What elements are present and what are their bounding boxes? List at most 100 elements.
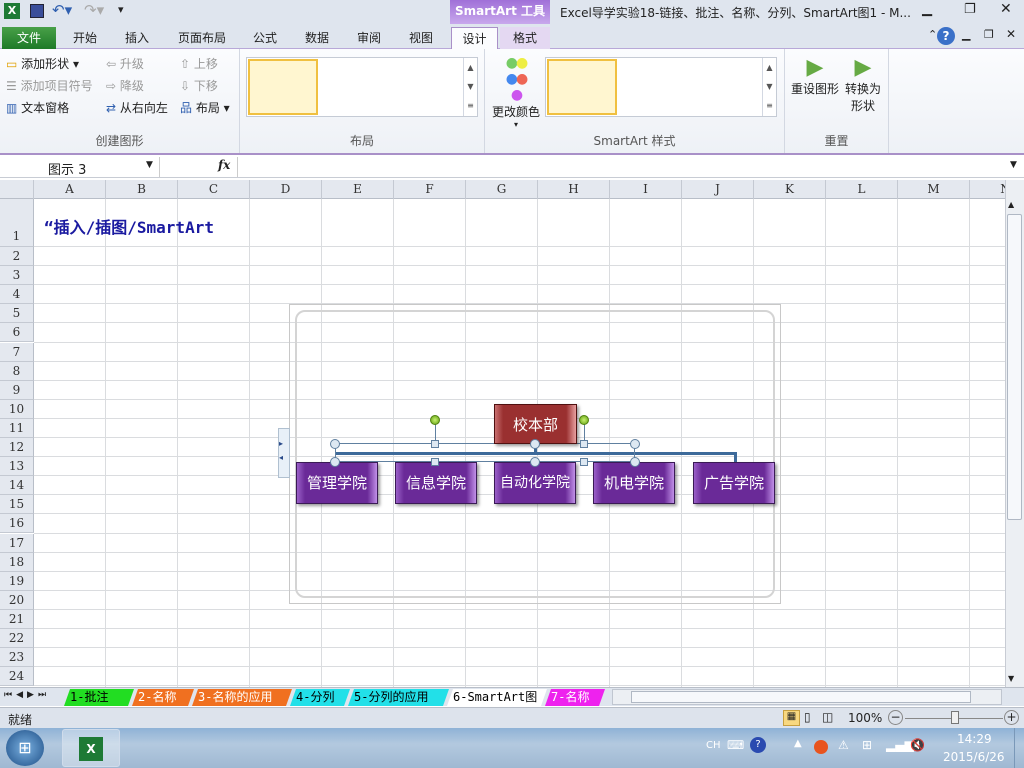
- resize-handle[interactable]: [330, 457, 340, 467]
- row-header[interactable]: 20: [0, 590, 34, 610]
- style-option-1[interactable]: [547, 59, 617, 115]
- row-header[interactable]: 23: [0, 648, 34, 668]
- vertical-scrollbar[interactable]: ▲ ▼: [1005, 180, 1024, 687]
- column-header[interactable]: B: [106, 180, 178, 199]
- fx-button[interactable]: fx: [218, 158, 230, 172]
- column-header[interactable]: H: [538, 180, 610, 199]
- sheet-tab[interactable]: 2-名称: [132, 689, 194, 706]
- move-down-button[interactable]: ⇩ 下移: [180, 76, 218, 96]
- customize-qat-icon[interactable]: ▾: [118, 3, 124, 16]
- column-header[interactable]: E: [322, 180, 394, 199]
- sheet-tab[interactable]: 1-批注: [64, 689, 134, 706]
- tab-design[interactable]: 设计: [451, 27, 498, 50]
- text-pane-button[interactable]: ▥ 文本窗格: [6, 98, 69, 118]
- sheet-tab[interactable]: 3-名称的应用: [192, 689, 292, 706]
- save-icon[interactable]: [30, 4, 44, 18]
- convert-to-shapes-button[interactable]: ▶ 转换为 形状: [845, 55, 881, 114]
- resize-handle[interactable]: [630, 439, 640, 449]
- layouts-gallery[interactable]: ▲ ▼ ≡: [246, 57, 478, 117]
- sheet-nav-buttons[interactable]: ⏮◀▶⏭: [4, 690, 50, 700]
- workbook-restore-button[interactable]: ❐: [984, 28, 994, 41]
- tab-view[interactable]: 视图: [396, 27, 446, 49]
- resize-handle[interactable]: [580, 440, 588, 448]
- show-desktop-button[interactable]: [1014, 728, 1024, 768]
- row-header[interactable]: 3: [0, 266, 34, 286]
- rotate-handle[interactable]: [430, 415, 440, 425]
- zoom-in-button[interactable]: +: [1004, 710, 1019, 725]
- tab-data[interactable]: 数据: [292, 27, 342, 49]
- keyboard-icon[interactable]: ⌨: [727, 738, 744, 752]
- row-header[interactable]: 21: [0, 609, 34, 629]
- add-shape-button[interactable]: ▭ 添加形状 ▾: [6, 54, 79, 74]
- row-header[interactable]: 14: [0, 476, 34, 496]
- taskbar-excel[interactable]: X: [62, 729, 120, 767]
- node-child[interactable]: 广告学院: [693, 462, 775, 504]
- normal-view-button[interactable]: ▦: [783, 710, 800, 726]
- row-header[interactable]: 22: [0, 629, 34, 649]
- tray-security-icon[interactable]: [814, 740, 828, 754]
- row-header[interactable]: 17: [0, 533, 34, 553]
- name-box[interactable]: 图示 3 ▼: [0, 157, 160, 178]
- row-header[interactable]: 12: [0, 438, 34, 458]
- resize-handle[interactable]: [431, 458, 439, 466]
- tab-format[interactable]: 格式: [500, 27, 550, 49]
- select-all-corner[interactable]: [0, 180, 34, 199]
- right-to-left-button[interactable]: ⇄ 从右向左: [106, 98, 168, 118]
- row-header[interactable]: 10: [0, 399, 34, 419]
- zoom-slider-thumb[interactable]: [951, 711, 959, 724]
- column-header[interactable]: A: [34, 180, 106, 199]
- column-header[interactable]: J: [682, 180, 754, 199]
- tray-network-warning-icon[interactable]: ⚠: [838, 738, 849, 752]
- column-header[interactable]: M: [898, 180, 970, 199]
- close-button[interactable]: ✕: [1000, 1, 1012, 17]
- column-header[interactable]: L: [826, 180, 898, 199]
- column-header[interactable]: F: [394, 180, 466, 199]
- row-header[interactable]: 4: [0, 285, 34, 305]
- cell-a1[interactable]: “插入/插图/SmartArt: [44, 214, 214, 238]
- layout-option-org-chart[interactable]: [248, 59, 318, 115]
- gallery-scroll[interactable]: ▲ ▼ ≡: [762, 58, 776, 116]
- scroll-up-button[interactable]: ▲: [1008, 200, 1014, 209]
- column-header[interactable]: K: [754, 180, 826, 199]
- row-header[interactable]: 9: [0, 380, 34, 400]
- row-header[interactable]: 19: [0, 571, 34, 591]
- node-child[interactable]: 信息学院: [395, 462, 477, 504]
- demote-button[interactable]: ⇨ 降级: [106, 76, 144, 96]
- node-child[interactable]: 机电学院: [593, 462, 675, 504]
- row-header[interactable]: 1: [0, 199, 34, 247]
- resize-handle[interactable]: [580, 458, 588, 466]
- sheet-tab[interactable]: 6-SmartArt图: [447, 689, 547, 706]
- ime-help-icon[interactable]: ?: [750, 737, 766, 753]
- tab-file[interactable]: 文件: [2, 27, 56, 49]
- horizontal-scrollbar[interactable]: [612, 689, 1002, 705]
- node-child[interactable]: 管理学院: [296, 462, 378, 504]
- row-header[interactable]: 7: [0, 342, 34, 362]
- layout-option-hierarchy[interactable]: [397, 59, 467, 115]
- restore-button[interactable]: ❐: [964, 2, 976, 17]
- scroll-down-button[interactable]: ▼: [1008, 674, 1014, 683]
- clock-time[interactable]: 14:29: [957, 732, 992, 746]
- column-header[interactable]: G: [466, 180, 538, 199]
- name-box-dropdown-icon[interactable]: ▼: [146, 160, 153, 170]
- row-header[interactable]: 13: [0, 457, 34, 477]
- gallery-scroll[interactable]: ▲ ▼ ≡: [463, 58, 477, 116]
- hscroll-thumb[interactable]: [631, 691, 971, 703]
- row-header[interactable]: 15: [0, 495, 34, 515]
- sheet-tab[interactable]: 7-名称: [545, 689, 605, 706]
- show-hidden-icons[interactable]: ▲: [794, 738, 802, 749]
- row-header[interactable]: 6: [0, 323, 34, 343]
- change-colors-button[interactable]: ●● ●● ● 更改颜色 ▾: [491, 55, 541, 129]
- row-header[interactable]: 8: [0, 361, 34, 381]
- node-root[interactable]: 校本部: [494, 404, 577, 444]
- add-bullet-button[interactable]: ☰ 添加项目符号: [6, 76, 93, 96]
- tab-page-layout[interactable]: 页面布局: [170, 27, 234, 49]
- row-header[interactable]: 24: [0, 667, 34, 687]
- workbook-minimize-button[interactable]: ▁: [962, 28, 970, 41]
- page-break-view-button[interactable]: ◫: [822, 710, 833, 724]
- promote-button[interactable]: ⇦ 升级: [106, 54, 144, 74]
- move-up-button[interactable]: ⇧ 上移: [180, 54, 218, 74]
- layout-option-name-title[interactable]: [325, 59, 395, 115]
- rotate-handle[interactable]: [579, 415, 589, 425]
- column-header[interactable]: C: [178, 180, 250, 199]
- column-header[interactable]: I: [610, 180, 682, 199]
